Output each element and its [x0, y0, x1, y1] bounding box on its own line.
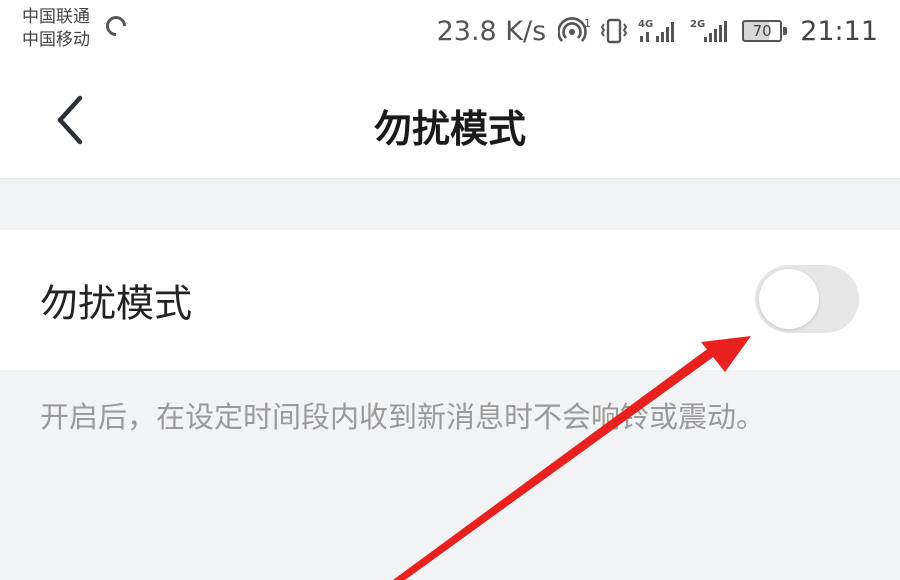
dnd-label: 勿扰模式 — [40, 281, 193, 326]
network-2-label: 2G — [690, 19, 705, 30]
dnd-description: 开启后，在设定时间段内收到新消息时不会响铃或震动。 — [40, 400, 766, 434]
loading-icon — [101, 11, 131, 41]
vibrate-icon — [600, 18, 628, 44]
carrier-2: 中国移动 — [22, 30, 90, 50]
signal-2g-icon: 2G — [690, 19, 728, 42]
annotation-arrow-shaft — [393, 342, 723, 580]
toggle-knob — [759, 269, 819, 329]
hotspot-icon: 1 — [558, 17, 591, 42]
signal-4g-icon: 4G — [638, 19, 675, 42]
hotspot-count: 1 — [584, 17, 591, 30]
net-speed: 23.8 K/s — [436, 15, 547, 47]
navigation-header: 勿扰模式 — [0, 62, 900, 179]
network-1-label: 4G — [638, 19, 653, 30]
dnd-toggle-switch[interactable] — [755, 265, 859, 333]
page-title: 勿扰模式 — [373, 107, 526, 151]
status-time: 21:11 — [800, 15, 878, 47]
carrier-info: 中国联通 中国移动 — [22, 6, 90, 52]
battery-level: 70 — [742, 20, 783, 42]
screen: 中国联通 中国移动 23.8 K/s 1 4G 2G 70 21:11 勿扰模式… — [0, 0, 900, 580]
battery-cap — [783, 27, 788, 35]
battery-icon: 70 — [742, 20, 788, 42]
status-indicators: 23.8 K/s 1 4G 2G 70 21:11 — [437, 12, 878, 50]
carrier-1: 中国联通 — [22, 7, 90, 27]
status-bar: 中国联通 中国移动 23.8 K/s 1 4G 2G 70 21:11 — [0, 0, 900, 62]
